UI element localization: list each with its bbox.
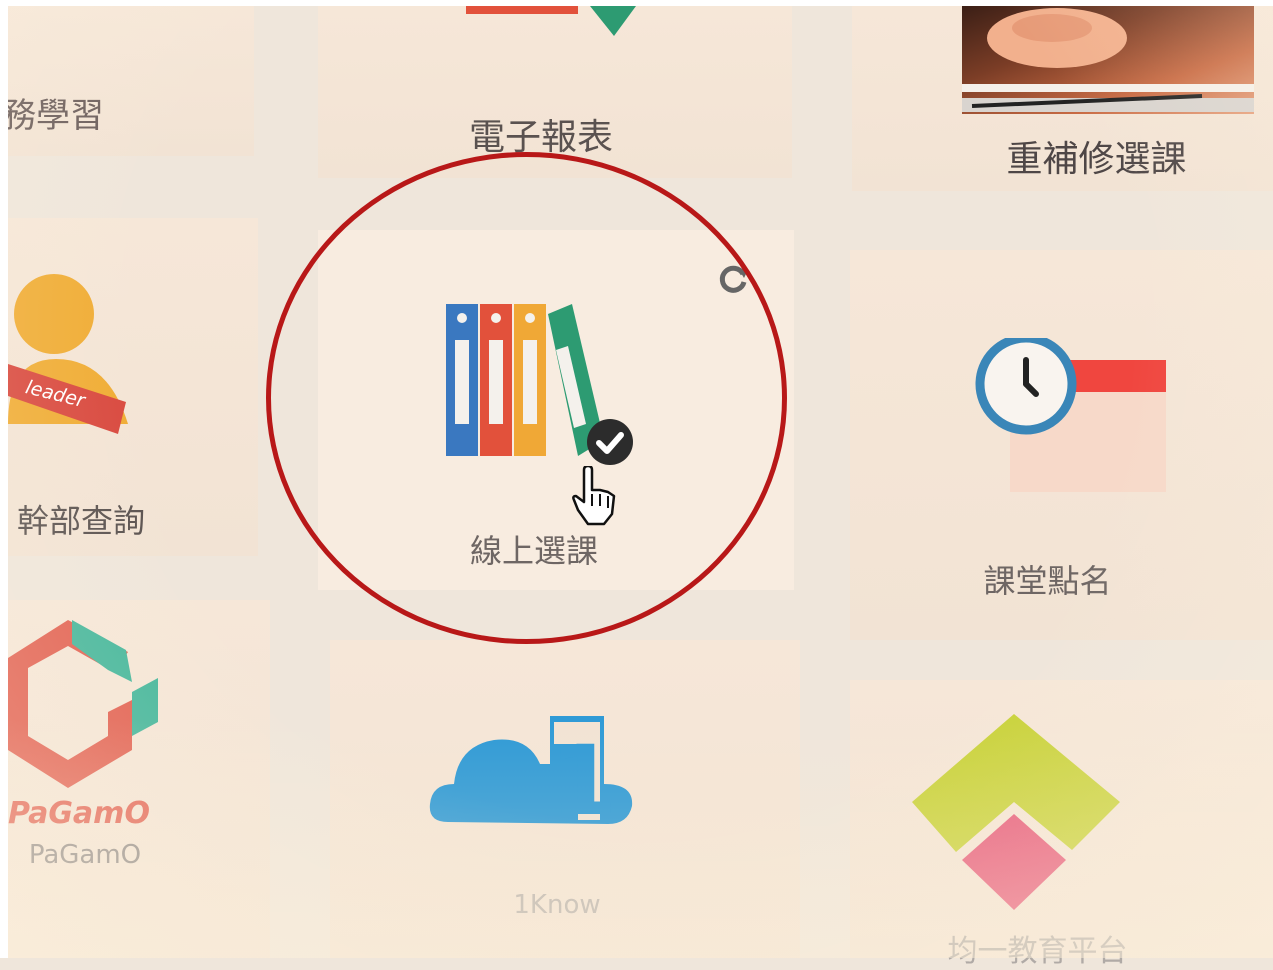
tile-label: 線上選課 [469,532,598,570]
tile-label: 課堂點名 [983,562,1112,600]
photo-border [0,0,1273,6]
tile-pagamo[interactable]: PaGamO PaGamO [8,600,270,958]
tile-label: 電子報表 [468,117,613,158]
tile-label: PaGamO [28,840,142,870]
pagamo-logo-text: PaGamO [8,796,150,831]
tile-label: 幹部查詢 [16,502,145,540]
tile-label: 務學習 [2,96,104,136]
tile-class-rollcall[interactable]: 課堂點名 [850,250,1273,640]
junyi-logo-icon [904,710,1124,920]
tile-label: 1Know [513,890,601,920]
tile-cadre-query[interactable]: leader 幹部查詢 [8,218,258,556]
tile-duty-learning[interactable]: 務學習 [2,6,254,156]
cloud-one-icon: 1 [428,710,638,837]
student-photo-icon [962,6,1254,114]
tile-repeat-course[interactable]: 重補修選課 [852,6,1273,191]
report-icon [466,6,636,40]
tile-online-course[interactable]: 線上選課 [318,230,794,590]
tile-label: 均一教育平台 [947,934,1128,969]
leader-person-icon: leader [8,274,138,444]
tile-e-report[interactable]: 電子報表 [318,6,792,178]
check-circle-icon [586,418,634,466]
tile-label: 重補修選課 [1006,139,1187,180]
photo-border [0,0,8,958]
tile-junyi[interactable]: 均一教育平台 [850,680,1273,969]
hand-pointer-icon [570,464,618,526]
refresh-icon[interactable] [716,262,750,296]
clock-calendar-icon [970,333,1170,498]
oneknow-logo-text: 1 [550,725,617,830]
tile-1know[interactable]: 1 1Know [330,640,800,958]
pagamo-logo-icon [8,612,168,792]
